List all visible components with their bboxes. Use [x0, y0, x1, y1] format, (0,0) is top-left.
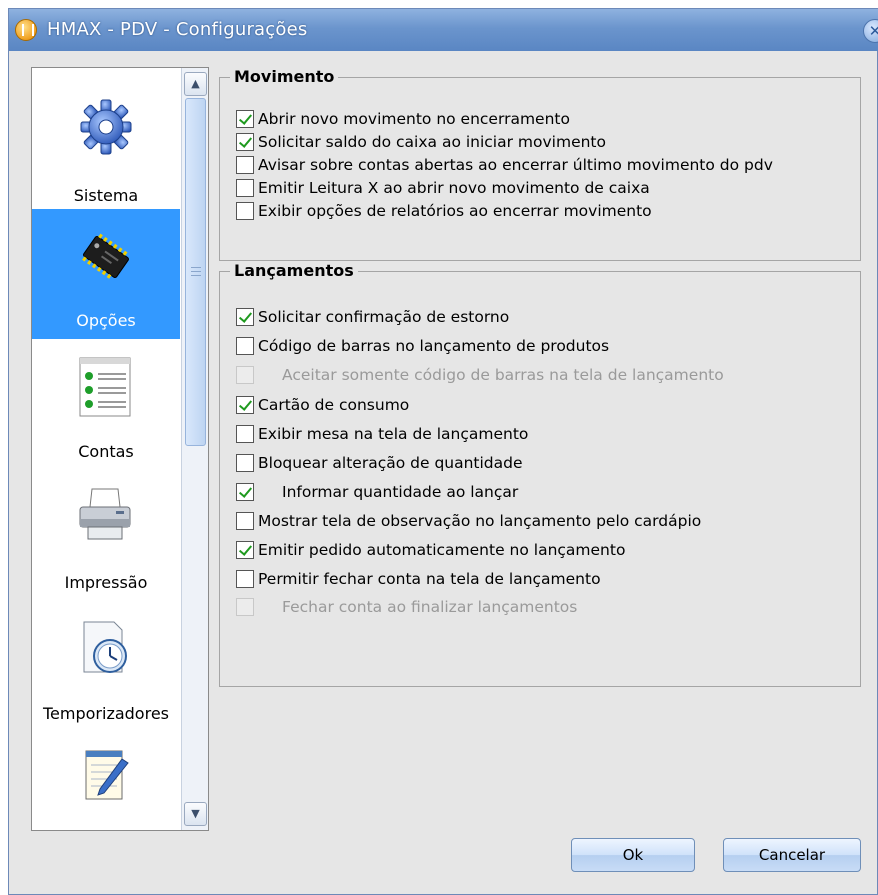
option-label: Avisar sobre contas abertas ao encerrar …	[258, 156, 773, 174]
option-label: Solicitar confirmação de estorno	[258, 308, 510, 326]
checkbox[interactable]	[236, 570, 254, 588]
option-label: Código de barras no lançamento de produt…	[258, 337, 610, 355]
category-sidebar: Sistema Opções Contas Impressão Temporiz…	[31, 67, 209, 831]
clock-icon	[83, 621, 127, 673]
list-icon	[79, 357, 131, 417]
option-label: Fechar conta ao finalizar lançamentos	[282, 598, 578, 616]
checkbox[interactable]	[236, 396, 254, 414]
checkbox[interactable]	[236, 110, 254, 128]
checkbox[interactable]	[236, 179, 254, 197]
sidebar-item-notas[interactable]	[32, 733, 180, 830]
checkbox[interactable]	[236, 156, 254, 174]
sidebar-item-sistema[interactable]: Sistema	[32, 68, 180, 208]
scroll-thumb[interactable]	[185, 98, 206, 446]
window-title: HMAX - PDV - Configurações	[47, 19, 308, 40]
checkbox[interactable]	[236, 454, 254, 472]
sidebar-item-temporizadores[interactable]: Temporizadores	[32, 602, 180, 732]
option-label: Permitir fechar conta na tela de lançame…	[258, 570, 601, 588]
sidebar-item-label: Opções	[76, 311, 136, 330]
sidebar-item-opcoes[interactable]: Opções	[32, 209, 180, 339]
checkbox[interactable]	[236, 512, 254, 530]
sidebar-item-label: Sistema	[73, 186, 139, 205]
option-label: Mostrar tela de observação no lançamento…	[258, 512, 702, 530]
sidebar-item-label: Temporizadores	[42, 704, 169, 723]
app-logo-icon	[15, 19, 37, 41]
checkbox[interactable]	[236, 483, 254, 501]
sidebar-item-label: Impressão	[64, 573, 148, 592]
checkbox[interactable]	[236, 202, 254, 220]
option-label: Abrir novo movimento no encerramento	[258, 110, 570, 128]
checkbox	[236, 366, 254, 384]
option-label: Emitir pedido automaticamente no lançame…	[258, 541, 626, 559]
group-movimento: Movimento Abrir novo movimento no encerr…	[219, 67, 861, 261]
option-label: Informar quantidade ao lançar	[282, 483, 519, 501]
gear-icon	[80, 99, 132, 155]
close-button[interactable]: ✕	[863, 19, 878, 43]
chip-icon	[82, 233, 129, 279]
option-label: Emitir Leitura X ao abrir novo movimento…	[258, 179, 650, 197]
checkbox	[236, 598, 254, 616]
checkbox[interactable]	[236, 425, 254, 443]
sidebar-item-label: Contas	[78, 442, 134, 461]
checkbox[interactable]	[236, 337, 254, 355]
option-label: Aceitar somente código de barras na tela…	[282, 366, 724, 384]
option-label: Exibir opções de relatórios ao encerrar …	[258, 202, 652, 220]
checkbox[interactable]	[236, 133, 254, 151]
group-title: Lançamentos	[230, 261, 358, 281]
checkbox[interactable]	[236, 541, 254, 559]
printer-icon	[79, 488, 131, 540]
notepad-icon	[85, 750, 129, 800]
scroll-up-button[interactable]: ▲	[184, 72, 207, 96]
sidebar-item-impressao[interactable]: Impressão	[32, 471, 180, 601]
group-title: Movimento	[230, 67, 339, 87]
sidebar-item-contas[interactable]: Contas	[32, 340, 180, 470]
option-label: Bloquear alteração de quantidade	[258, 454, 523, 472]
option-label: Exibir mesa na tela de lançamento	[258, 425, 529, 443]
ok-button[interactable]: Ok	[571, 838, 695, 872]
option-label: Cartão de consumo	[258, 396, 410, 414]
config-window: HMAX - PDV - Configurações ✕ Sistema Opç…	[8, 8, 878, 895]
scroll-down-button[interactable]: ▼	[184, 802, 207, 826]
group-lancamentos: Lançamentos Solicitar confirmação de est…	[219, 261, 861, 687]
cancel-button[interactable]: Cancelar	[723, 838, 861, 872]
sidebar-scrollbar[interactable]: ▲ ▼	[181, 68, 208, 830]
grip-icon	[191, 267, 201, 276]
option-label: Solicitar saldo do caixa ao iniciar movi…	[258, 133, 606, 151]
title-bar[interactable]: HMAX - PDV - Configurações ✕	[9, 9, 878, 51]
checkbox[interactable]	[236, 308, 254, 326]
